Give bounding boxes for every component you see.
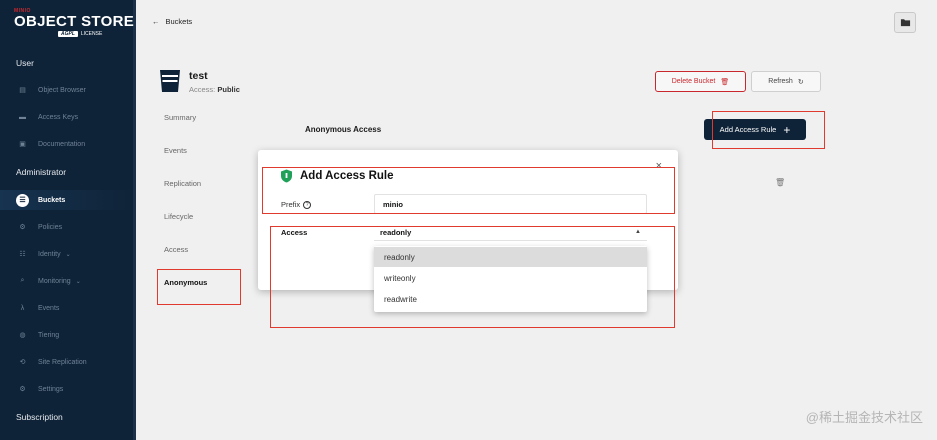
refresh-label: Refresh (768, 78, 793, 85)
section-administrator: Administrator (16, 167, 67, 177)
sidebar-item-object-browser[interactable]: ▤ Object Browser (0, 80, 133, 100)
settings-icon: ⚙ (19, 386, 26, 393)
chevron-down-icon: ⌄ (65, 251, 71, 258)
sidebar-item-label: Policies (38, 223, 63, 231)
chevron-down-icon: ⌄ (75, 278, 81, 285)
trash-icon: 🗑 (720, 78, 730, 86)
sidebar-item-label: Documentation (38, 140, 86, 148)
sidebar-item-label: Settings (38, 385, 64, 393)
access-label: Access (281, 228, 308, 237)
sidebar-item-site-replication[interactable]: ⟲ Site Replication (0, 352, 133, 372)
prefix-label: Prefix ? (281, 200, 312, 209)
sidebar-item-buckets[interactable]: ☰ Buckets (0, 190, 133, 210)
bucket-access-value: Public (217, 85, 240, 94)
tab-replication[interactable]: Replication (164, 179, 201, 188)
sidebar-item-label: Events (38, 304, 60, 312)
folder-icon (900, 19, 910, 27)
tiering-icon: ◍ (19, 332, 26, 339)
agpl-badge: AGPL (58, 31, 78, 37)
modal-title: Add Access Rule (280, 169, 394, 183)
minio-logo[interactable]: MINIO OBJECT STORE AGPL LICENSE (14, 8, 134, 37)
key-icon: ▬ (19, 113, 26, 121)
logo-license: AGPL LICENSE (58, 31, 134, 37)
prefix-label-text: Prefix (281, 200, 301, 209)
access-dropdown-menu: readonly writeonly readwrite (374, 246, 647, 312)
delete-bucket-button[interactable]: Delete Bucket 🗑 (655, 71, 746, 92)
section-title: Anonymous Access (305, 125, 382, 134)
bucket-access-label: Access: (189, 85, 216, 94)
object-browser-button[interactable] (894, 12, 916, 33)
sidebar-item-label: Buckets (38, 196, 66, 204)
sidebar-item-identity[interactable]: ☷ Identity ⌄ (0, 244, 133, 264)
bucket-icon: ☰ (16, 193, 29, 207)
sidebar-item-label: Object Browser (38, 86, 86, 94)
dropdown-option-readwrite[interactable]: readwrite (374, 289, 647, 309)
dropdown-option-readonly[interactable]: readonly (374, 247, 647, 267)
chevron-up-icon: ▲ (635, 229, 641, 235)
sidebar-item-policies[interactable]: ⚙ Policies (0, 217, 133, 237)
shield-icon (281, 169, 292, 183)
bucket-name: test (189, 70, 208, 82)
prefix-input[interactable]: minio (374, 194, 647, 214)
tab-summary[interactable]: Summary (164, 113, 196, 122)
sidebar-item-label: Monitoring (38, 277, 71, 285)
access-select[interactable]: readonly ▲ (374, 224, 647, 241)
sidebar-item-access-keys[interactable]: ▬ Access Keys (0, 107, 133, 127)
modal-title-text: Add Access Rule (300, 170, 394, 182)
sidebar-item-documentation[interactable]: ▣ Documentation (0, 134, 133, 154)
sidebar-item-label: Identity (38, 250, 61, 258)
access-select-value: readonly (380, 227, 412, 237)
tab-lifecycle[interactable]: Lifecycle (164, 212, 193, 221)
breadcrumb[interactable]: ← Buckets (152, 17, 192, 26)
replication-icon: ⟲ (19, 359, 26, 366)
object-browser-icon: ▤ (19, 87, 26, 94)
bucket-access: Access: Public (189, 85, 240, 94)
tab-anonymous[interactable]: Anonymous (164, 278, 207, 287)
identity-icon: ☷ (19, 251, 26, 258)
delete-bucket-label: Delete Bucket (671, 78, 716, 85)
close-icon[interactable]: × (656, 160, 662, 172)
plus-icon: + (783, 122, 791, 137)
dropdown-option-writeonly[interactable]: writeonly (374, 268, 647, 288)
logo-title: OBJECT STORE (14, 13, 135, 30)
section-user: User (16, 58, 34, 68)
help-icon[interactable]: ? (303, 200, 312, 209)
watermark: @稀土掘金技术社区 (805, 410, 923, 425)
lambda-icon: λ (20, 304, 25, 312)
bucket-icon (160, 70, 180, 92)
tab-access[interactable]: Access (164, 245, 188, 254)
sidebar-item-label: Access Keys (38, 113, 79, 121)
sidebar-item-tiering[interactable]: ◍ Tiering (0, 325, 133, 345)
add-access-rule-label: Add Access Rule (719, 125, 777, 134)
refresh-button[interactable]: Refresh ↻ (751, 71, 821, 92)
sidebar: MINIO OBJECT STORE AGPL LICENSE User ▤ O… (0, 0, 136, 440)
breadcrumb-buckets[interactable]: Buckets (166, 17, 193, 26)
sidebar-item-events[interactable]: λ Events (0, 298, 133, 318)
section-subscription: Subscription (16, 412, 63, 422)
add-access-rule-button[interactable]: Add Access Rule + (704, 119, 806, 140)
sidebar-item-monitoring[interactable]: ⌕ Monitoring ⌄ (0, 271, 133, 291)
sidebar-item-settings[interactable]: ⚙ Settings (0, 379, 133, 399)
back-arrow-icon[interactable]: ← (152, 17, 160, 26)
documentation-icon: ▣ (19, 141, 26, 148)
sidebar-item-label: Site Replication (38, 358, 87, 366)
sidebar-item-label: Tiering (38, 331, 60, 339)
refresh-icon: ↻ (797, 78, 804, 86)
license-label: LICENSE (80, 31, 103, 37)
monitoring-icon: ⌕ (20, 277, 25, 284)
tab-events[interactable]: Events (164, 146, 187, 155)
trash-icon[interactable]: 🗑 (775, 178, 785, 187)
policy-icon: ⚙ (19, 224, 26, 231)
